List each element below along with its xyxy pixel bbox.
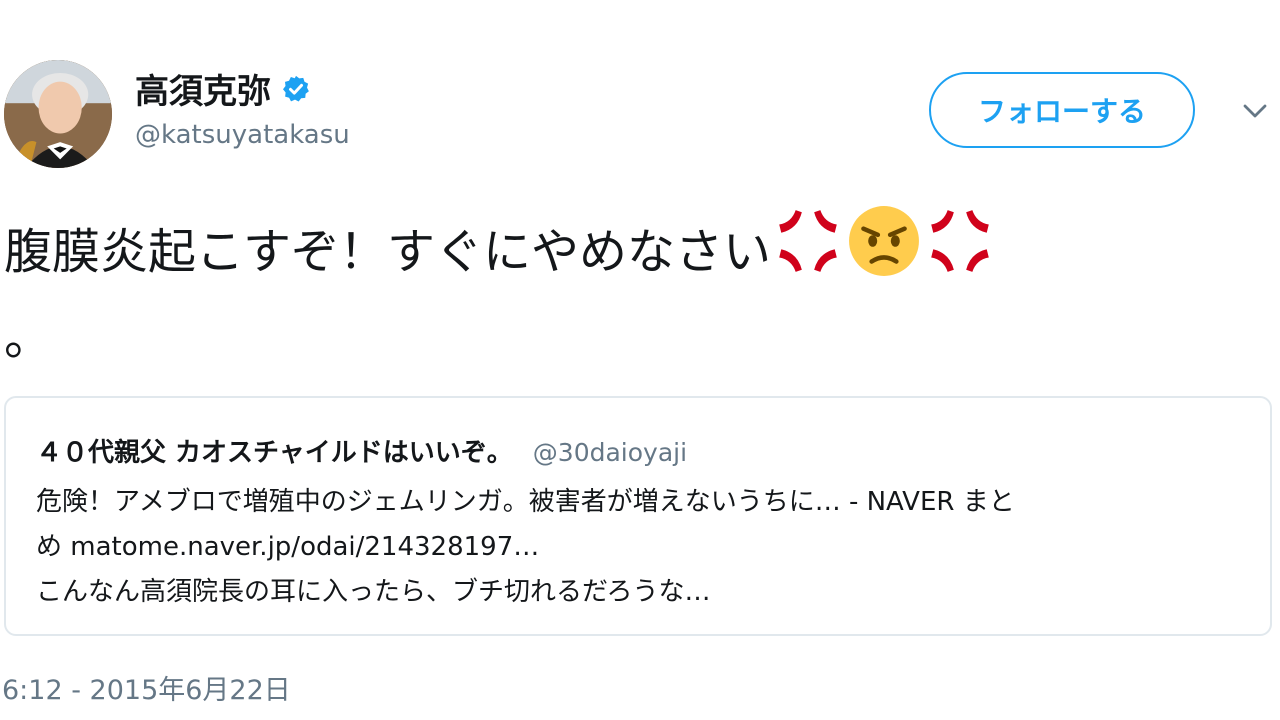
tweet-text-main: 腹膜炎起こすぞ！すぐにやめなさい bbox=[4, 224, 772, 280]
author-handle[interactable]: @katsuyatakasu bbox=[135, 120, 350, 150]
quoted-tweet-text: 危険！アメブロで増殖中のジェムリンガ。被害者が増えないうちに… - NAVER … bbox=[36, 480, 1246, 615]
display-name-text: 高須克弥 bbox=[135, 72, 271, 112]
display-name[interactable]: 高須克弥 bbox=[135, 64, 311, 113]
tweet-page: 高須克弥 @katsuyatakasu フォローする 腹膜炎起こすぞ！すぐにやめ… bbox=[0, 0, 1280, 720]
quoted-text-line: め matome.naver.jp/odai/214328197… bbox=[36, 532, 540, 562]
tweet-emojis bbox=[771, 204, 997, 278]
tweet-timestamp[interactable]: 6:12 - 2015年6月22日 bbox=[2, 668, 291, 707]
quoted-text-line: 危険！アメブロで増殖中のジェムリンガ。被害者が増えないうちに… - NAVER … bbox=[36, 487, 1015, 517]
avatar[interactable] bbox=[4, 60, 112, 168]
quoted-tweet-header: ４０代親父 カオスチャイルドはいいぞ。 @30daioyaji bbox=[36, 432, 687, 469]
quoted-text-line: こんなん高須院長の耳に入ったら、ブチ切れるだろうな… bbox=[36, 577, 711, 607]
quoted-tweet[interactable]: ４０代親父 カオスチャイルドはいいぞ。 @30daioyaji 危険！アメブロで… bbox=[4, 396, 1272, 636]
tweet-text-tail: 。 bbox=[4, 310, 53, 366]
follow-button[interactable]: フォローする bbox=[929, 72, 1195, 148]
quoted-display-name: ４０代親父 カオスチャイルドはいいぞ。 bbox=[36, 438, 513, 468]
tweet-text: 腹膜炎起こすぞ！すぐにやめなさい 。 bbox=[4, 204, 1274, 381]
angry-face-icon bbox=[849, 206, 919, 276]
chevron-down-icon[interactable] bbox=[1240, 96, 1270, 126]
quoted-handle: @30daioyaji bbox=[532, 438, 688, 467]
anger-symbol-icon bbox=[779, 210, 837, 272]
verified-badge-icon bbox=[283, 75, 309, 101]
anger-symbol-icon bbox=[931, 210, 989, 272]
